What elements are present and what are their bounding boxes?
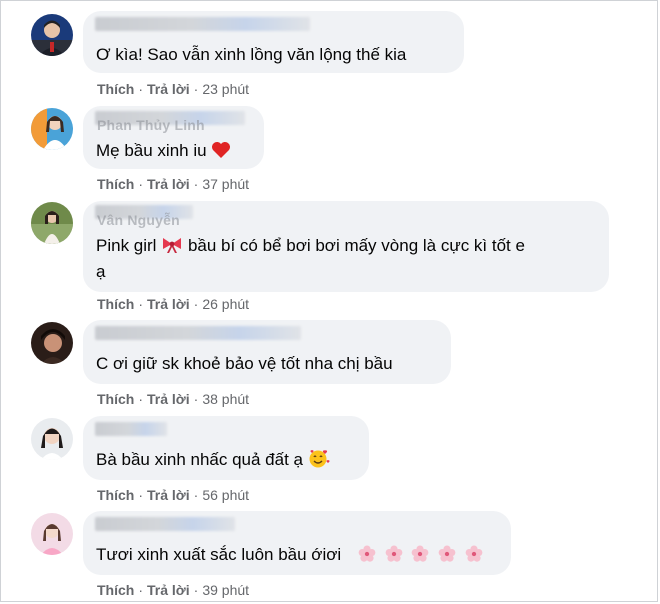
reply-link[interactable]: Trả lời [147,582,190,598]
timestamp[interactable]: 39 phút [202,582,249,598]
comment-actions: Thích · Trả lời · 56 phút [97,487,250,503]
timestamp[interactable]: 37 phút [202,176,249,192]
reply-link[interactable]: Trả lời [147,81,190,97]
cherry-blossom-icons [354,545,483,564]
reply-link[interactable]: Trả lời [147,176,190,192]
author-name-blurred[interactable] [95,326,301,340]
avatar[interactable] [31,202,73,244]
reply-link[interactable]: Trả lời [147,296,190,312]
timestamp[interactable]: 56 phút [202,487,249,503]
ribbon-icon [163,238,182,253]
avatar[interactable] [31,418,73,460]
comment-actions: Thích · Trả lời · 26 phút [97,296,250,312]
cherry-blossom-icon [358,545,376,562]
comment-text-line-1: Pink girl bầu bí có bể bơi bơi mấy vòng … [96,236,525,255]
author-name-blurred[interactable] [95,17,310,31]
author-name-blurred[interactable] [95,517,235,531]
comment-text: Ơ kìa! Sao vẫn xinh lồng văn lộng thế ki… [96,45,407,64]
like-link[interactable]: Thích [97,296,134,312]
comment-actions: Thích · Trả lời · 37 phút [97,176,250,192]
comment-bubble: Bà bầu xinh nhấc quả đất ạ [83,416,369,480]
comment-actions: Thích · Trả lời · 39 phút [97,582,250,598]
avatar[interactable] [31,108,73,150]
cherry-blossom-icon [465,545,483,562]
like-link[interactable]: Thích [97,487,134,503]
red-heart-icon [212,142,231,158]
comment-bubble: Vân Nguyễn Pink girl bầu bí có bể bơi bơ… [83,201,609,292]
reply-link[interactable]: Trả lời [147,487,190,503]
comment-bubble: Tươi xinh xuất sắc luôn bầu ớiơi [83,511,511,575]
timestamp[interactable]: 23 phút [202,81,249,97]
comment-actions: Thích · Trả lời · 23 phút [97,81,250,97]
author-name[interactable]: Phan Thủy Linh [97,117,205,133]
comment-text: Mẹ bầu xinh iu [96,138,231,164]
cherry-blossom-icon [438,545,456,562]
comment-text: Tươi xinh xuất sắc luôn bầu ớiơi [96,542,483,568]
cherry-blossom-icon [385,545,402,562]
avatar[interactable] [31,513,73,555]
like-link[interactable]: Thích [97,391,134,407]
comment-text-line-2: ạ [96,262,106,281]
comment-text: Bà bầu xinh nhấc quả đất ạ [96,447,330,473]
like-link[interactable]: Thích [97,81,134,97]
comment-actions: Thích · Trả lời · 38 phút [97,391,250,407]
avatar[interactable] [31,14,73,56]
author-name-blurred[interactable] [95,422,167,436]
author-name[interactable]: Vân Nguyễn [97,212,180,228]
comment-bubble: C ơi giữ sk khoẻ bảo vệ tốt nha chị bầu [83,320,451,384]
like-link[interactable]: Thích [97,582,134,598]
reply-link[interactable]: Trả lời [147,391,190,407]
comment-text: C ơi giữ sk khoẻ bảo vệ tốt nha chị bầu [96,354,393,373]
timestamp[interactable]: 26 phút [202,296,249,312]
avatar[interactable] [31,322,73,364]
comment-bubble: Ơ kìa! Sao vẫn xinh lồng văn lộng thế ki… [83,11,464,73]
comment-bubble: Phan Thủy Linh Mẹ bầu xinh iu [83,106,264,169]
cherry-blossom-icon [411,545,429,562]
timestamp[interactable]: 38 phút [202,391,249,407]
like-link[interactable]: Thích [97,176,134,192]
smiling-face-with-hearts-icon [309,450,330,468]
